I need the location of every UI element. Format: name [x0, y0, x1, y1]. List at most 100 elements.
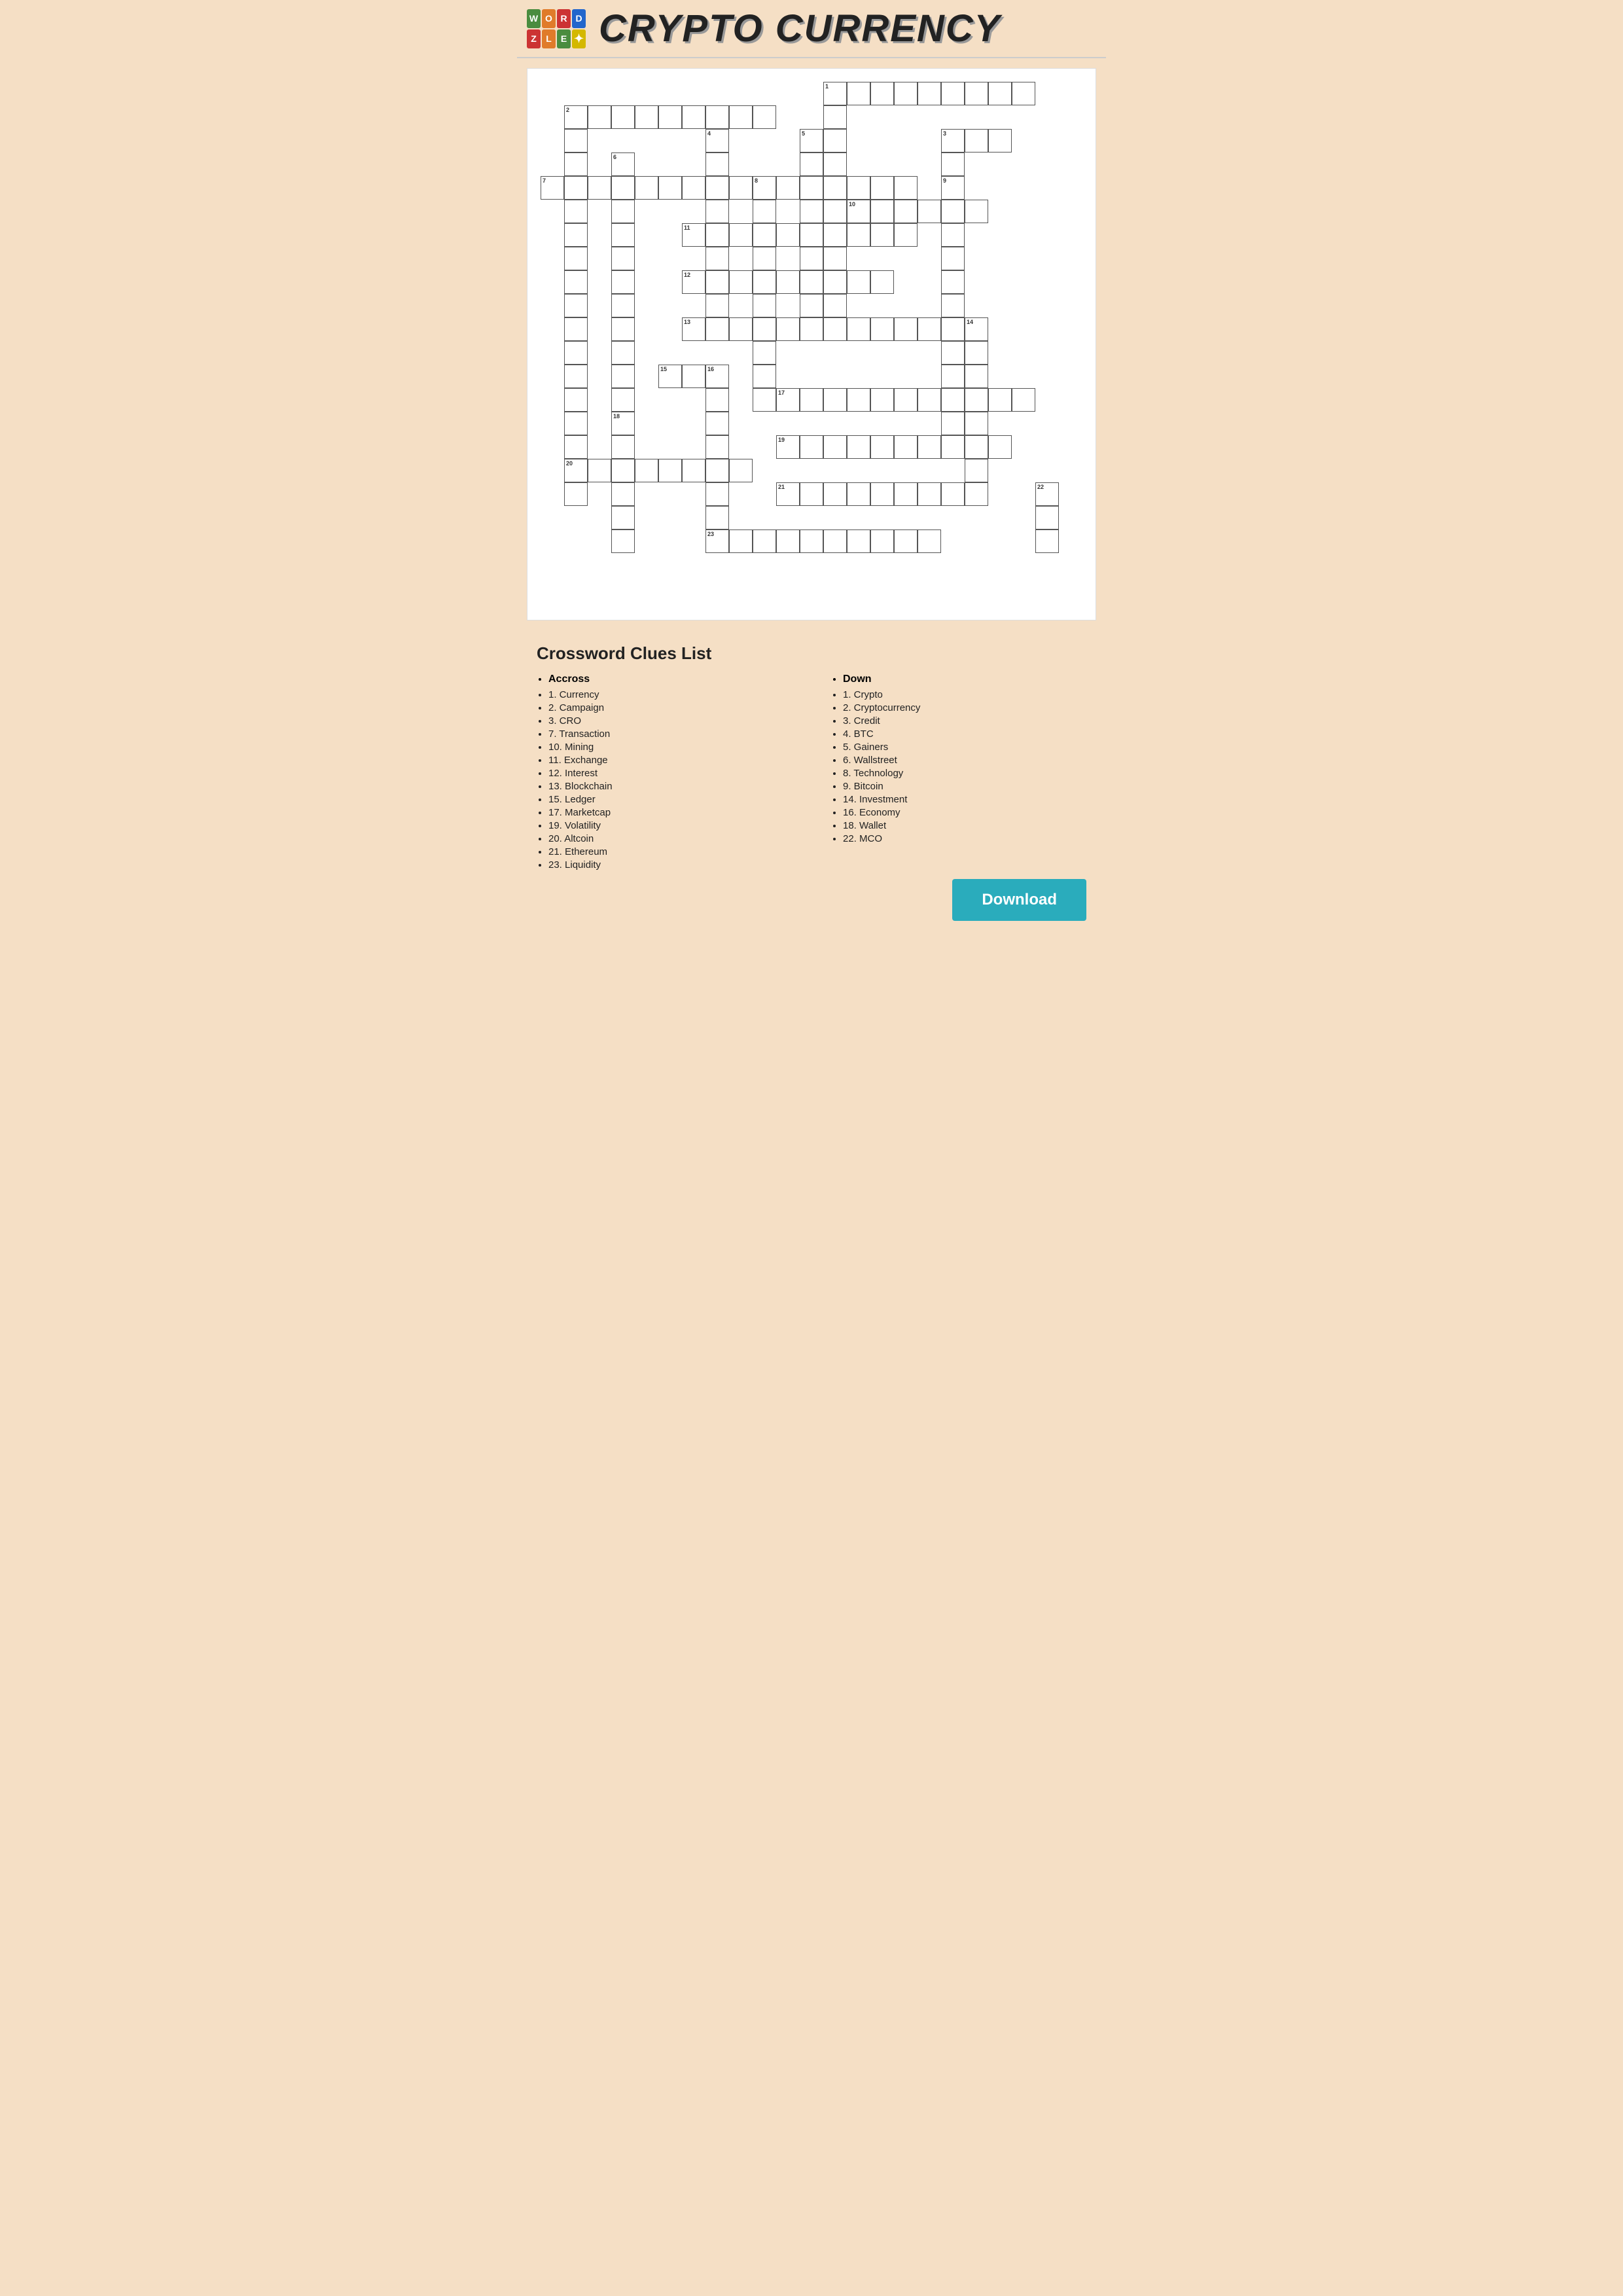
crossword-cell[interactable]: [753, 294, 776, 317]
crossword-cell[interactable]: [705, 435, 729, 459]
crossword-cell[interactable]: [564, 317, 588, 341]
crossword-cell[interactable]: [800, 294, 823, 317]
crossword-cell[interactable]: [705, 317, 729, 341]
crossword-cell[interactable]: [611, 529, 635, 553]
crossword-cell[interactable]: [800, 317, 823, 341]
crossword-cell[interactable]: [611, 459, 635, 482]
crossword-cell[interactable]: [753, 317, 776, 341]
crossword-cell[interactable]: [847, 435, 870, 459]
crossword-cell[interactable]: [870, 82, 894, 105]
crossword-cell[interactable]: [823, 247, 847, 270]
crossword-cell[interactable]: [564, 388, 588, 412]
crossword-cell[interactable]: [705, 270, 729, 294]
crossword-cell[interactable]: [611, 247, 635, 270]
crossword-cell[interactable]: [941, 223, 965, 247]
crossword-cell[interactable]: [753, 247, 776, 270]
crossword-cell[interactable]: [564, 435, 588, 459]
crossword-cell[interactable]: [965, 435, 988, 459]
crossword-cell[interactable]: [870, 482, 894, 506]
crossword-cell[interactable]: [705, 412, 729, 435]
crossword-cell[interactable]: [894, 529, 918, 553]
crossword-cell[interactable]: [941, 412, 965, 435]
crossword-cell[interactable]: [658, 105, 682, 129]
crossword-cell[interactable]: [965, 365, 988, 388]
crossword-cell[interactable]: [870, 223, 894, 247]
crossword-cell[interactable]: [1012, 82, 1035, 105]
crossword-cell[interactable]: [941, 341, 965, 365]
crossword-cell[interactable]: [918, 317, 941, 341]
crossword-cell[interactable]: [918, 200, 941, 223]
crossword-cell[interactable]: [1012, 388, 1035, 412]
crossword-cell[interactable]: [965, 200, 988, 223]
crossword-cell[interactable]: [776, 317, 800, 341]
crossword-cell[interactable]: [918, 482, 941, 506]
crossword-cell[interactable]: [753, 388, 776, 412]
crossword-cell[interactable]: 16: [705, 365, 729, 388]
crossword-cell[interactable]: [705, 105, 729, 129]
crossword-cell[interactable]: [564, 152, 588, 176]
crossword-cell[interactable]: [870, 270, 894, 294]
crossword-cell[interactable]: [965, 129, 988, 152]
crossword-cell[interactable]: [965, 341, 988, 365]
crossword-cell[interactable]: [776, 176, 800, 200]
crossword-cell[interactable]: [705, 152, 729, 176]
crossword-cell[interactable]: [729, 176, 753, 200]
crossword-cell[interactable]: [682, 459, 705, 482]
crossword-cell[interactable]: 18: [611, 412, 635, 435]
crossword-cell[interactable]: [729, 105, 753, 129]
crossword-cell[interactable]: 3: [941, 129, 965, 152]
crossword-cell[interactable]: [988, 388, 1012, 412]
crossword-cell[interactable]: [823, 105, 847, 129]
crossword-cell[interactable]: [823, 129, 847, 152]
crossword-cell[interactable]: [918, 529, 941, 553]
crossword-cell[interactable]: [611, 317, 635, 341]
crossword-cell[interactable]: [753, 341, 776, 365]
crossword-cell[interactable]: [564, 129, 588, 152]
crossword-cell[interactable]: [705, 294, 729, 317]
crossword-cell[interactable]: [847, 317, 870, 341]
crossword-cell[interactable]: [870, 529, 894, 553]
crossword-cell[interactable]: [800, 223, 823, 247]
crossword-cell[interactable]: [611, 506, 635, 529]
crossword-cell[interactable]: 8: [753, 176, 776, 200]
crossword-cell[interactable]: 19: [776, 435, 800, 459]
crossword-cell[interactable]: [588, 459, 611, 482]
crossword-cell[interactable]: [705, 506, 729, 529]
crossword-cell[interactable]: 23: [705, 529, 729, 553]
crossword-cell[interactable]: [988, 82, 1012, 105]
crossword-cell[interactable]: [823, 482, 847, 506]
crossword-cell[interactable]: [941, 270, 965, 294]
crossword-cell[interactable]: [564, 482, 588, 506]
crossword-cell[interactable]: [941, 482, 965, 506]
crossword-cell[interactable]: [941, 152, 965, 176]
crossword-cell[interactable]: [753, 365, 776, 388]
crossword-cell[interactable]: 9: [941, 176, 965, 200]
crossword-cell[interactable]: [894, 482, 918, 506]
crossword-cell[interactable]: 22: [1035, 482, 1059, 506]
download-button[interactable]: Download: [952, 879, 1086, 921]
crossword-cell[interactable]: [705, 388, 729, 412]
crossword-cell[interactable]: [965, 482, 988, 506]
crossword-cell[interactable]: 2: [564, 105, 588, 129]
crossword-cell[interactable]: [941, 388, 965, 412]
crossword-cell[interactable]: [870, 317, 894, 341]
crossword-cell[interactable]: [611, 270, 635, 294]
crossword-cell[interactable]: [800, 388, 823, 412]
crossword-cell[interactable]: [847, 529, 870, 553]
crossword-cell[interactable]: [564, 223, 588, 247]
crossword-cell[interactable]: [988, 129, 1012, 152]
crossword-cell[interactable]: [611, 482, 635, 506]
crossword-cell[interactable]: [800, 529, 823, 553]
crossword-cell[interactable]: [941, 365, 965, 388]
crossword-cell[interactable]: 5: [800, 129, 823, 152]
crossword-cell[interactable]: 21: [776, 482, 800, 506]
crossword-cell[interactable]: 10: [847, 200, 870, 223]
crossword-cell[interactable]: [894, 388, 918, 412]
crossword-cell[interactable]: [635, 459, 658, 482]
crossword-cell[interactable]: [823, 388, 847, 412]
crossword-cell[interactable]: [753, 223, 776, 247]
crossword-cell[interactable]: [823, 317, 847, 341]
crossword-cell[interactable]: [870, 200, 894, 223]
crossword-cell[interactable]: [1035, 506, 1059, 529]
crossword-cell[interactable]: [611, 388, 635, 412]
